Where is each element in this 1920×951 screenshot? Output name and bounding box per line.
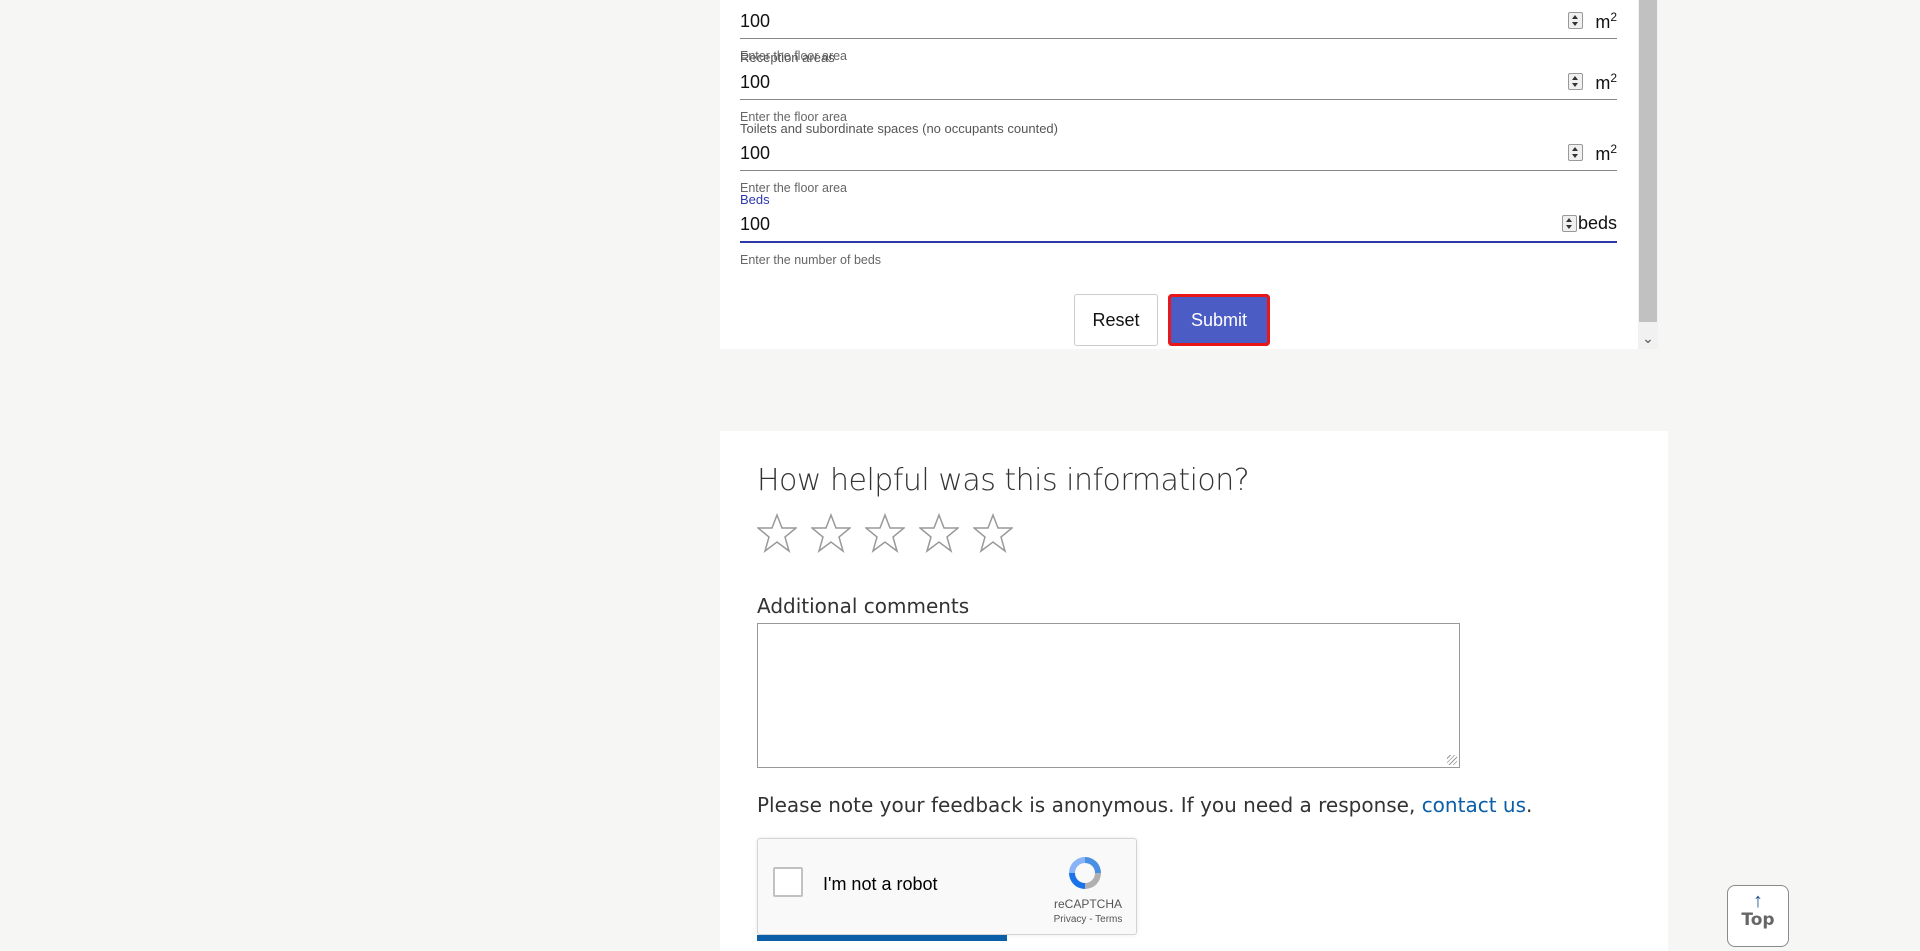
scroll-down-arrow-icon[interactable]: ⌄ — [1638, 331, 1658, 345]
toilets-input[interactable]: 100 m2 — [740, 136, 1617, 171]
calculator-scrollbar[interactable]: ⌄ — [1638, 0, 1658, 349]
field-value[interactable]: 100 — [740, 11, 770, 32]
reset-button[interactable]: Reset — [1074, 294, 1158, 346]
resize-grip-icon[interactable] — [1447, 755, 1457, 765]
field-value[interactable]: 100 — [740, 72, 770, 93]
recaptcha-widget: I'm not a robot reCAPTCHA Privacy - Term… — [757, 838, 1137, 935]
reception-areas-input[interactable]: 100 m2 — [740, 65, 1617, 100]
star-3-icon[interactable] — [865, 513, 905, 553]
number-spinner-icon[interactable] — [1568, 73, 1583, 90]
recaptcha-label: I'm not a robot — [823, 874, 938, 894]
field-value[interactable]: 100 — [740, 143, 770, 164]
toilets-field: Toilets and subordinate spaces (no occup… — [740, 122, 1617, 195]
comments-textarea[interactable] — [757, 623, 1460, 768]
field-label: Beds — [740, 192, 770, 207]
field-hint: Enter the number of beds — [740, 253, 882, 267]
beds-input[interactable]: 100 beds — [740, 207, 1617, 243]
submit-feedback-button-edge[interactable] — [757, 935, 1007, 941]
unit-label: m2 — [1595, 142, 1617, 164]
anonymous-note: Please note your feedback is anonymous. … — [757, 793, 1533, 817]
submit-button[interactable]: Submit — [1168, 294, 1270, 346]
recaptcha-checkbox[interactable] — [773, 867, 803, 897]
star-5-icon[interactable] — [973, 513, 1013, 553]
reception-areas-field: Reception areas 100 m2 Enter the floor a… — [740, 51, 1617, 124]
recaptcha-privacy-terms[interactable]: Privacy - Terms — [1048, 914, 1128, 925]
beds-field: Beds 100 beds Enter the number of beds — [740, 193, 1617, 267]
number-spinner-icon[interactable] — [1568, 144, 1583, 161]
recaptcha-logo-icon — [1065, 853, 1105, 893]
field-label: Reception areas — [740, 50, 835, 65]
unit-label: beds — [1577, 213, 1617, 233]
unit-label: m2 — [1595, 10, 1617, 32]
back-to-top-button[interactable]: ↑ Top — [1727, 885, 1789, 947]
comments-label: Additional comments — [757, 594, 970, 618]
scrollbar-thumb[interactable] — [1639, 0, 1657, 322]
feedback-section: How helpful was this information? Additi… — [720, 431, 1668, 951]
number-spinner-icon[interactable] — [1562, 215, 1577, 232]
back-to-top-label: Top — [1741, 910, 1775, 930]
field-label: Toilets and subordinate spaces (no occup… — [740, 121, 1058, 136]
star-4-icon[interactable] — [919, 513, 959, 553]
recaptcha-brand: reCAPTCHA — [1053, 897, 1122, 911]
star-1-icon[interactable] — [757, 513, 797, 553]
star-2-icon[interactable] — [811, 513, 851, 553]
contact-us-link[interactable]: contact us — [1422, 793, 1526, 817]
feedback-title: How helpful was this information? — [757, 463, 1250, 498]
star-rating[interactable] — [757, 513, 1013, 553]
unit-label: m2 — [1595, 71, 1617, 93]
arrow-up-icon: ↑ — [1753, 890, 1763, 912]
floor-area-input-1[interactable]: 100 m2 — [740, 4, 1617, 39]
field-value[interactable]: 100 — [740, 214, 770, 235]
number-spinner-icon[interactable] — [1568, 12, 1583, 29]
